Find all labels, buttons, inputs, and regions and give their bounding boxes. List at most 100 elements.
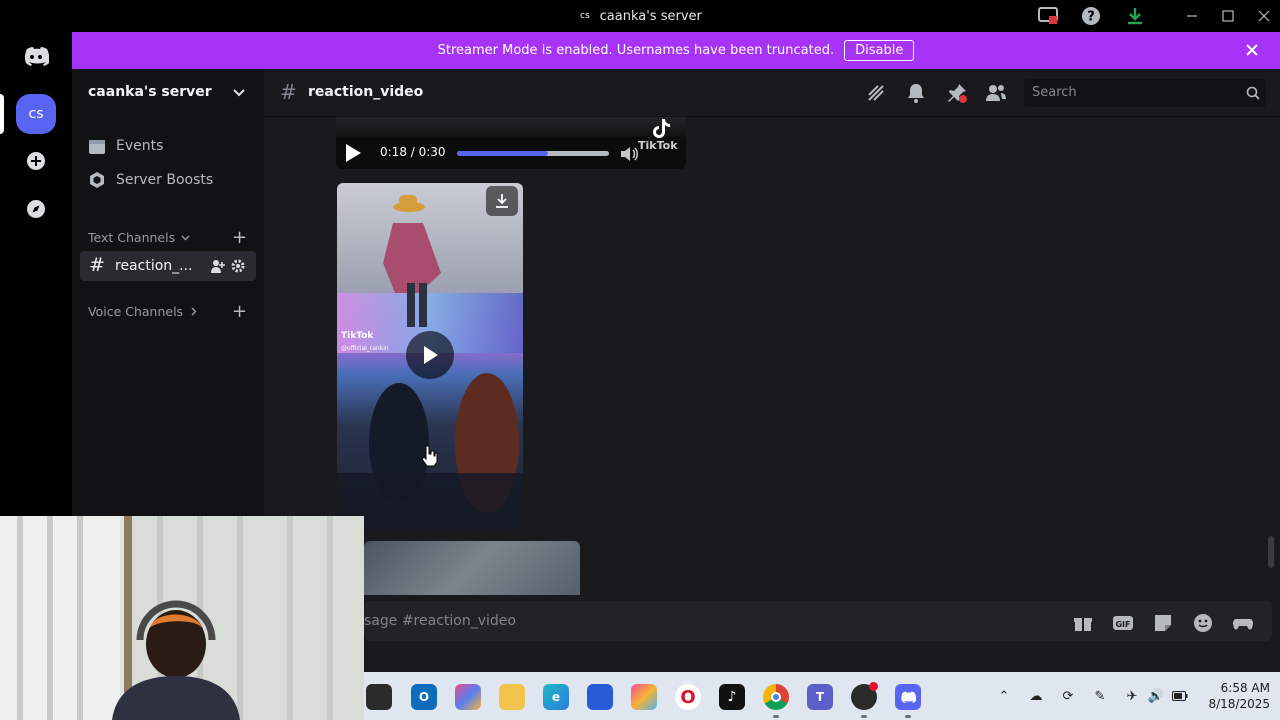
taskbar-app-copilot-icon[interactable] [455, 684, 481, 710]
taskbar-app-tiktok-icon[interactable]: ♪ [719, 684, 745, 710]
sticker-icon[interactable] [1152, 612, 1174, 634]
calendar-icon [89, 140, 105, 154]
download-icon [496, 194, 508, 208]
maximize-icon[interactable] [1210, 0, 1246, 32]
help-icon[interactable]: ? [1073, 0, 1109, 32]
tray-pen-icon[interactable]: ✎ [1090, 686, 1110, 706]
boost-icon [90, 172, 104, 188]
download-icon[interactable] [1117, 0, 1153, 32]
taskbar-app-file-explorer-icon[interactable] [499, 684, 525, 710]
gift-icon[interactable] [1072, 612, 1094, 634]
svg-text:GIF: GIF [1115, 620, 1130, 629]
discord-home-icon[interactable] [16, 36, 56, 76]
taskbar-app-explorer-icon[interactable] [366, 684, 392, 710]
chevron-down-icon [181, 235, 190, 241]
webcam-feed [0, 516, 364, 720]
chevron-down-icon[interactable] [232, 86, 246, 100]
message-composer[interactable]: sage #reaction_video GIF [364, 595, 1280, 653]
tray-onedrive-icon[interactable]: ☁ [1026, 686, 1046, 706]
sidebar-item-server-boosts[interactable]: Server Boosts [88, 171, 213, 189]
tiktok-watermark: TikTok [341, 331, 374, 341]
clock-date: 8/18/2025 [1208, 697, 1270, 711]
gif-icon[interactable]: GIF [1112, 612, 1134, 634]
taskbar-app-chrome-icon[interactable] [763, 684, 789, 710]
media-progress-fill [457, 151, 549, 156]
volume-icon[interactable] [620, 145, 640, 163]
running-indicator [861, 715, 867, 718]
discover-icon[interactable] [16, 189, 56, 229]
sidebar-item-label: Server Boosts [116, 172, 214, 188]
sidebar-item-events[interactable]: Events [88, 137, 163, 155]
bell-icon[interactable] [904, 81, 928, 105]
windows-taskbar: O e O ♪ T ⌃ ☁ ⟳ ✎ ✈ 🔊 6:58 AM 8/18/2025 [364, 672, 1280, 720]
image-attachment[interactable] [364, 541, 580, 595]
category-text-channels[interactable]: Text Channels [88, 230, 190, 245]
window-titlebar: cs caanka's server ? [0, 0, 1280, 32]
media-progress-track[interactable] [457, 151, 609, 156]
taskbar-app-discord-icon[interactable] [895, 684, 921, 710]
sidebar-item-label: Events [116, 138, 164, 154]
activities-icon[interactable] [1232, 612, 1254, 634]
recording-badge [869, 682, 878, 691]
tray-sync-icon[interactable]: ⟳ [1058, 686, 1078, 706]
download-attachment-button[interactable] [486, 186, 518, 216]
tray-volume-icon[interactable]: 🔊 [1146, 686, 1166, 706]
close-window-icon[interactable] [1246, 0, 1280, 32]
server-initials: cs [28, 106, 44, 122]
add-server-icon[interactable] [16, 141, 56, 181]
tray-battery-icon[interactable] [1170, 686, 1190, 706]
add-voice-channel-button[interactable]: + [232, 301, 247, 322]
play-video-button[interactable] [406, 331, 454, 379]
video-attachment[interactable]: TikTok @official_rankin [337, 183, 523, 529]
category-voice-channels[interactable]: Voice Channels [88, 304, 198, 319]
taskbar-clock[interactable]: 6:58 AM 8/18/2025 [1198, 680, 1270, 712]
disable-streamer-mode-button[interactable]: Disable [844, 40, 915, 61]
title-badge: cs [580, 11, 590, 21]
tray-airplane-icon[interactable]: ✈ [1122, 686, 1142, 706]
channel-sidebar: caanka's server Events Server Boosts Tex… [72, 69, 264, 516]
emoji-icon[interactable] [1192, 612, 1214, 634]
search-placeholder: Search [1032, 85, 1077, 100]
tiktok-watermark: TikTok [638, 139, 678, 152]
streamer-mode-banner: Streamer Mode is enabled. Usernames have… [72, 32, 1280, 69]
video-preview-strip [336, 117, 686, 137]
search-input[interactable]: Search [1024, 79, 1266, 107]
chat-header: # reaction_video Search [264, 69, 1280, 117]
server-name[interactable]: caanka's server [88, 84, 212, 100]
channel-item-reaction-video[interactable]: # reaction_... [80, 251, 256, 281]
category-label: Text Channels [88, 230, 176, 245]
taskbar-app-photos-icon[interactable] [631, 684, 657, 710]
screen-share-icon[interactable] [1030, 0, 1066, 32]
search-icon [1246, 86, 1260, 100]
play-icon [424, 346, 438, 364]
svg-text:?: ? [1087, 10, 1095, 25]
taskbar-app-outlook-icon[interactable]: O [411, 684, 437, 710]
window-title: cs caanka's server [580, 0, 702, 32]
pin-icon[interactable] [945, 81, 969, 105]
composer-footer [364, 653, 1280, 672]
threads-icon[interactable] [864, 81, 888, 105]
media-time: 0:18 / 0:30 [380, 145, 446, 159]
media-player: 0:18 / 0:30 TikTok [336, 117, 686, 169]
category-label: Voice Channels [88, 304, 184, 319]
member-list-icon[interactable] [984, 81, 1008, 105]
taskbar-app-store-icon[interactable] [587, 684, 613, 710]
clock-time: 6:58 AM [1220, 681, 1270, 695]
chat-scrollbar[interactable] [1268, 536, 1274, 568]
chat-area: # reaction_video Search 0:18 / 0:30 TikT… [264, 69, 1280, 595]
add-text-channel-button[interactable]: + [232, 227, 247, 248]
chevron-right-icon [191, 307, 197, 316]
gear-icon[interactable] [230, 258, 246, 274]
hashtag-icon: # [280, 80, 297, 104]
invite-icon[interactable] [210, 258, 226, 274]
play-icon[interactable] [344, 143, 362, 163]
running-indicator [773, 715, 779, 718]
server-icon[interactable]: cs [16, 94, 56, 134]
taskbar-app-opera-icon[interactable]: O [675, 684, 701, 710]
minimize-icon[interactable] [1174, 0, 1210, 32]
taskbar-app-teams-icon[interactable]: T [807, 684, 833, 710]
close-banner-icon[interactable] [1246, 44, 1258, 56]
tray-overflow-icon[interactable]: ⌃ [994, 686, 1014, 706]
server-rail: cs [0, 32, 72, 516]
taskbar-app-edge-icon[interactable]: e [543, 684, 569, 710]
